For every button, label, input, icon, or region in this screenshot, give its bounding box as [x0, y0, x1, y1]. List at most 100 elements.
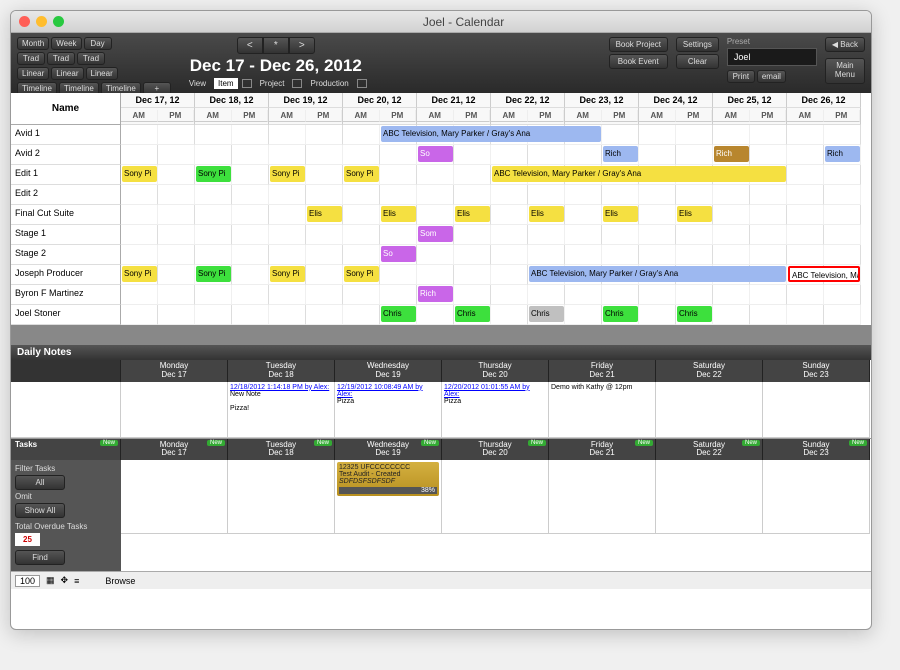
- calendar-cell[interactable]: [713, 305, 750, 325]
- calendar-cell[interactable]: [639, 125, 676, 145]
- calendar-cell[interactable]: [232, 225, 269, 245]
- calendar-cell[interactable]: [269, 185, 306, 205]
- task-cell[interactable]: [656, 460, 763, 534]
- calendar-event[interactable]: Chris: [529, 306, 564, 322]
- calendar-event[interactable]: Rich: [714, 146, 749, 162]
- calendar-cell[interactable]: [528, 285, 565, 305]
- calendar-cell[interactable]: [713, 225, 750, 245]
- calendar-cell[interactable]: [232, 305, 269, 325]
- trad-button[interactable]: Trad: [17, 52, 45, 65]
- resource-row-label[interactable]: Stage 1: [11, 225, 121, 245]
- calendar-cell[interactable]: [380, 265, 417, 285]
- calendar-cell[interactable]: [121, 185, 158, 205]
- calendar-cell[interactable]: [750, 285, 787, 305]
- zoom-icon[interactable]: [53, 16, 64, 27]
- calendar-event[interactable]: Chris: [381, 306, 416, 322]
- calendar-cell[interactable]: [306, 285, 343, 305]
- move-icon[interactable]: ✥: [61, 575, 69, 586]
- calendar-cell[interactable]: [750, 205, 787, 225]
- calendar-cell[interactable]: [787, 205, 824, 225]
- calendar-cell[interactable]: [676, 185, 713, 205]
- calendar-event[interactable]: Chris: [603, 306, 638, 322]
- calendar-cell[interactable]: [602, 185, 639, 205]
- calendar-cell[interactable]: [269, 245, 306, 265]
- calendar-cell[interactable]: [454, 245, 491, 265]
- calendar-cell[interactable]: [306, 305, 343, 325]
- calendar-cell[interactable]: [417, 165, 454, 185]
- new-task-button[interactable]: New: [635, 440, 653, 447]
- calendar-event[interactable]: Sony Pi: [196, 266, 231, 282]
- calendar-cell[interactable]: [269, 285, 306, 305]
- calendar-cell[interactable]: [491, 185, 528, 205]
- list-icon[interactable]: ≡: [74, 576, 79, 586]
- calendar-cell[interactable]: [824, 245, 861, 265]
- task-cell[interactable]: [549, 460, 656, 534]
- new-task-button[interactable]: New: [849, 440, 867, 447]
- next-button[interactable]: >: [289, 37, 315, 54]
- calendar-cell[interactable]: [787, 305, 824, 325]
- preset-select[interactable]: Joel: [727, 48, 817, 66]
- calendar-cell[interactable]: [121, 145, 158, 165]
- new-task-button[interactable]: New: [742, 440, 760, 447]
- item-filter[interactable]: Item: [214, 78, 238, 89]
- calendar-event[interactable]: Elis: [603, 206, 638, 222]
- calendar-cell[interactable]: [824, 305, 861, 325]
- calendar-cell[interactable]: [602, 285, 639, 305]
- production-checkbox[interactable]: [357, 79, 367, 88]
- calendar-cell[interactable]: [750, 305, 787, 325]
- calendar-cell[interactable]: [306, 265, 343, 285]
- notes-cell[interactable]: [121, 382, 228, 438]
- today-button[interactable]: *: [263, 37, 289, 54]
- calendar-cell[interactable]: [306, 145, 343, 165]
- calendar-cell[interactable]: [380, 225, 417, 245]
- calendar-event[interactable]: Elis: [529, 206, 564, 222]
- calendar-cell[interactable]: [158, 305, 195, 325]
- resource-row-label[interactable]: Joel Stoner: [11, 305, 121, 325]
- calendar-event[interactable]: ABC Television, Mar: [788, 266, 860, 282]
- notes-cell[interactable]: 12/20/2012 01:01:55 AM by Alex:Pizza: [442, 382, 549, 438]
- calendar-cell[interactable]: [528, 225, 565, 245]
- calendar-cell[interactable]: [269, 145, 306, 165]
- calendar-cell[interactable]: [195, 185, 232, 205]
- calendar-cell[interactable]: [417, 305, 454, 325]
- resource-row-label[interactable]: Edit 2: [11, 185, 121, 205]
- calendar-cell[interactable]: [232, 145, 269, 165]
- calendar-cell[interactable]: [232, 205, 269, 225]
- calendar-cell[interactable]: [824, 285, 861, 305]
- prev-button[interactable]: <: [237, 37, 263, 54]
- calendar-cell[interactable]: [417, 205, 454, 225]
- new-task-button[interactable]: New: [207, 440, 225, 447]
- calendar-cell[interactable]: [343, 205, 380, 225]
- month-button[interactable]: Month: [17, 37, 49, 50]
- calendar-cell[interactable]: [158, 125, 195, 145]
- calendar-cell[interactable]: [824, 185, 861, 205]
- calendar-cell[interactable]: [824, 205, 861, 225]
- minimize-icon[interactable]: [36, 16, 47, 27]
- calendar-cell[interactable]: [454, 285, 491, 305]
- calendar-cell[interactable]: [343, 125, 380, 145]
- day-button[interactable]: Day: [84, 37, 112, 50]
- calendar-cell[interactable]: [565, 185, 602, 205]
- calendar-cell[interactable]: [158, 265, 195, 285]
- calendar-cell[interactable]: [676, 245, 713, 265]
- grid-icon[interactable]: ▦: [46, 575, 55, 586]
- resource-row-label[interactable]: Stage 2: [11, 245, 121, 265]
- calendar-cell[interactable]: [121, 205, 158, 225]
- settings-button[interactable]: Settings: [676, 37, 719, 52]
- calendar-cell[interactable]: [491, 245, 528, 265]
- calendar-cell[interactable]: [343, 145, 380, 165]
- resource-row-label[interactable]: Avid 1: [11, 125, 121, 145]
- calendar-cell[interactable]: [713, 245, 750, 265]
- calendar-event[interactable]: Sony Pi: [196, 166, 231, 182]
- resource-row-label[interactable]: Final Cut Suite: [11, 205, 121, 225]
- calendar-event[interactable]: Rich: [418, 286, 453, 302]
- calendar-cell[interactable]: [343, 305, 380, 325]
- calendar-cell[interactable]: [491, 225, 528, 245]
- main-menu-button[interactable]: Main Menu: [825, 58, 865, 84]
- calendar-cell[interactable]: [639, 305, 676, 325]
- linear-button[interactable]: Linear: [17, 67, 49, 80]
- close-icon[interactable]: [19, 16, 30, 27]
- calendar-cell[interactable]: [306, 125, 343, 145]
- calendar-event[interactable]: Sony Pi: [270, 266, 305, 282]
- calendar-cell[interactable]: [787, 125, 824, 145]
